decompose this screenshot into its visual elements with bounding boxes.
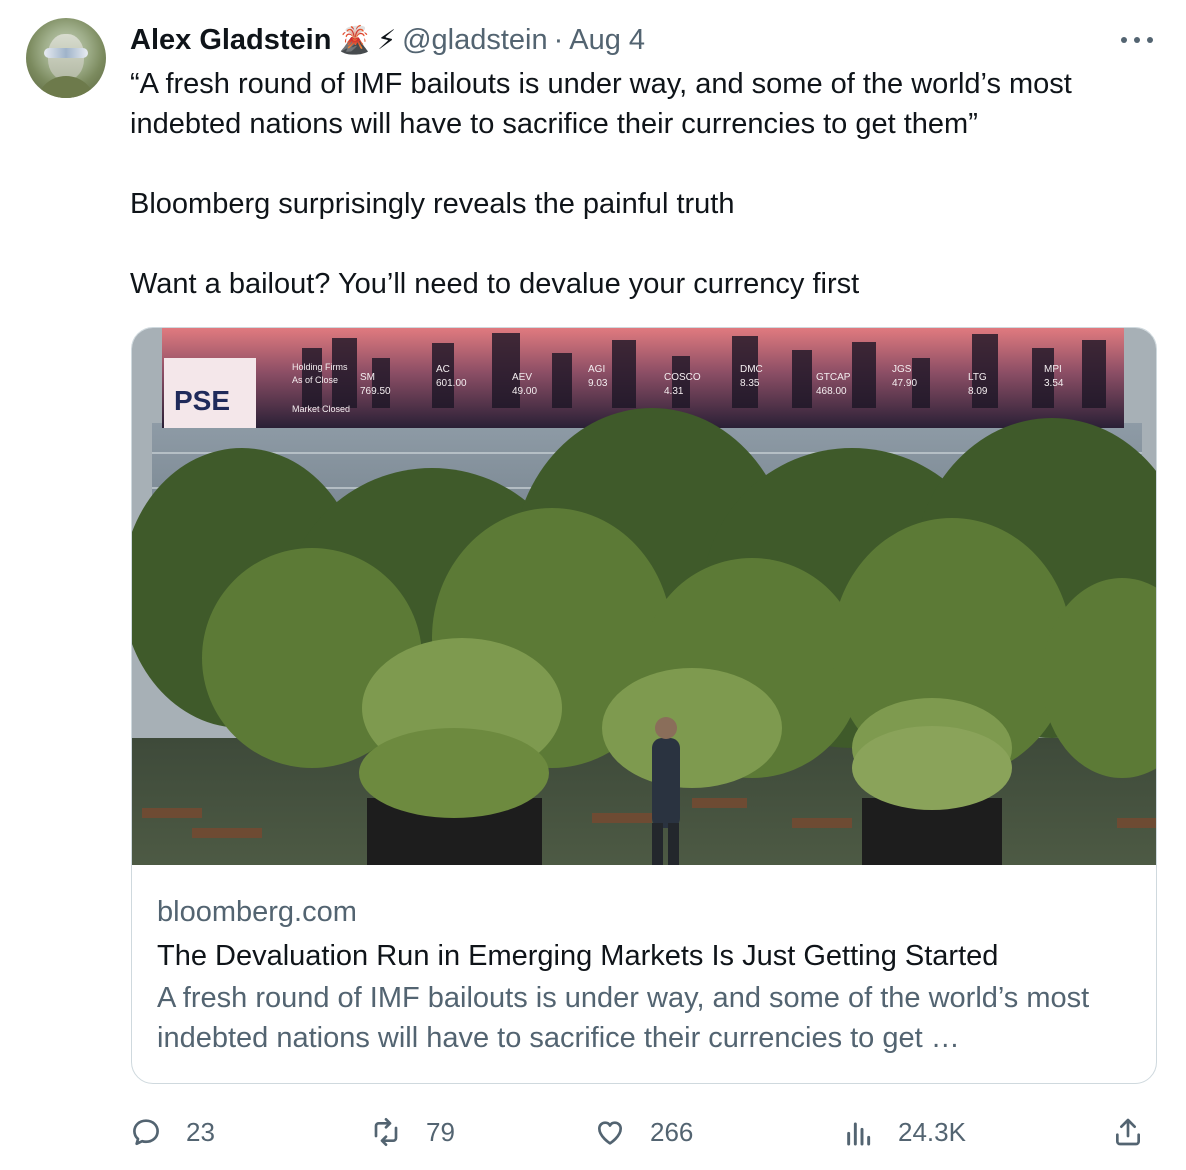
ticker-symbol: COSCO bbox=[664, 372, 701, 383]
ticker-price: 3.54 bbox=[1044, 378, 1064, 389]
volcano-emoji: 🌋 bbox=[337, 24, 372, 55]
card-domain: bloomberg.com bbox=[157, 896, 357, 928]
ticker-symbol: JGS bbox=[892, 364, 912, 375]
more-icon[interactable] bbox=[1120, 26, 1154, 46]
lightning-emoji: ⚡ bbox=[377, 24, 397, 55]
ticker-price: 8.09 bbox=[968, 386, 988, 397]
tweet-paragraph-1: “A fresh round of IMF bailouts is under … bbox=[130, 68, 1072, 140]
board-header-1: Holding Firms bbox=[292, 362, 348, 372]
reply-icon bbox=[133, 1119, 159, 1146]
views-icon bbox=[847, 1122, 871, 1146]
avatar[interactable] bbox=[26, 18, 106, 98]
card-title[interactable]: The Devaluation Run in Emerging Markets … bbox=[157, 934, 1137, 978]
action-bar: 23 79 266 24.3K bbox=[130, 1110, 1160, 1154]
avatar-body bbox=[36, 76, 96, 98]
tweet-text: “A fresh round of IMF bailouts is under … bbox=[130, 64, 1160, 304]
views-count: 24.3K bbox=[898, 1116, 966, 1147]
like-button[interactable]: 266 bbox=[594, 1110, 693, 1154]
share-button[interactable] bbox=[1112, 1110, 1144, 1154]
tweet-header: Alex Gladstein 🌋 ⚡ @gladstein · Aug 4 bbox=[130, 20, 645, 60]
board-status: Market Closed bbox=[292, 404, 350, 414]
author-name[interactable]: Alex Gladstein bbox=[130, 24, 331, 57]
ticker-symbol: SM bbox=[360, 372, 375, 383]
ticker-price: 8.35 bbox=[740, 378, 760, 389]
ticker-symbol: GTCAP bbox=[816, 372, 851, 383]
ticker-price: 468.00 bbox=[816, 386, 847, 397]
ticker-price: 49.00 bbox=[512, 386, 537, 397]
author-handle[interactable]: @gladstein bbox=[402, 24, 548, 57]
ticker-symbol: DMC bbox=[740, 364, 763, 375]
ticker-price: 4.31 bbox=[664, 386, 684, 397]
ticker-symbol: AC bbox=[436, 364, 450, 375]
card-image: PSE Holding Firms As of Close Market Clo… bbox=[132, 328, 1156, 865]
share-icon bbox=[1116, 1118, 1140, 1146]
reply-button[interactable]: 23 bbox=[130, 1110, 215, 1154]
ticker-price: 601.00 bbox=[436, 378, 467, 389]
ticker-symbol: LTG bbox=[968, 372, 987, 383]
pse-logo: PSE bbox=[174, 385, 230, 416]
like-icon bbox=[598, 1121, 622, 1145]
repost-count: 79 bbox=[426, 1116, 455, 1147]
repost-button[interactable]: 79 bbox=[370, 1110, 455, 1154]
ticker-price: 47.90 bbox=[892, 378, 917, 389]
ticker-symbol: AEV bbox=[512, 372, 532, 383]
tweet-paragraph-2: Bloomberg surprisingly reveals the painf… bbox=[130, 188, 735, 220]
reply-count: 23 bbox=[186, 1116, 215, 1147]
card-description: A fresh round of IMF bailouts is under w… bbox=[157, 982, 1090, 1054]
ticker-symbol: AGI bbox=[588, 364, 605, 375]
tweet-paragraph-3: Want a bailout? You’ll need to devalue y… bbox=[130, 268, 860, 300]
like-count: 266 bbox=[650, 1116, 694, 1147]
link-card[interactable]: PSE Holding Firms As of Close Market Clo… bbox=[131, 327, 1157, 1084]
views-button[interactable]: 24.3K bbox=[842, 1110, 966, 1154]
ticker-symbol: MPI bbox=[1044, 364, 1062, 375]
tweet-date[interactable]: Aug 4 bbox=[569, 24, 645, 57]
header-separator: · bbox=[553, 23, 564, 56]
ticker-price: 9.03 bbox=[588, 378, 608, 389]
board-header-2: As of Close bbox=[292, 375, 338, 385]
card-meta: bloomberg.com The Devaluation Run in Eme… bbox=[157, 890, 1137, 1058]
ticker-price: 769.50 bbox=[360, 386, 391, 397]
repost-icon bbox=[374, 1118, 398, 1146]
avatar-visor bbox=[44, 48, 88, 58]
